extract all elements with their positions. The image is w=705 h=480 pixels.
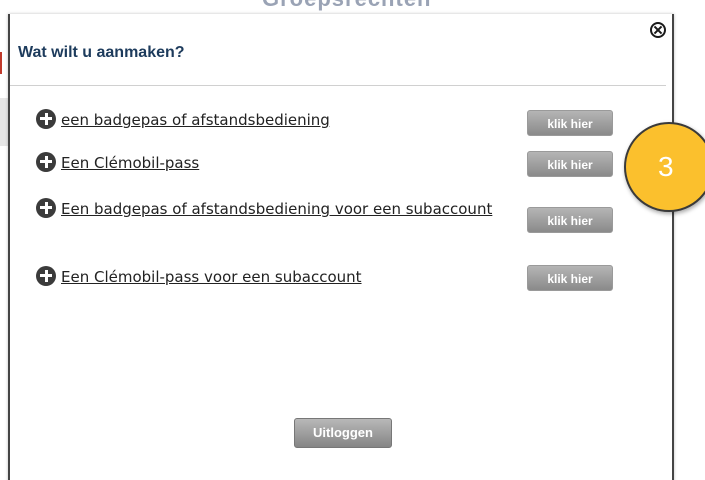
option-badge-remote-link[interactable]: een badgepas of afstandsbediening — [61, 111, 330, 129]
background-sidebar-edge — [0, 98, 8, 146]
option-badge-remote-subaccount: Een badgepas of afstandsbediening voor e… — [28, 196, 498, 222]
option-clemobil-subaccount: Een Clémobil-pass voor een subaccount — [36, 264, 536, 290]
page: Groepsrechten Wat wilt u aanmaken? een b… — [0, 0, 705, 480]
option-clemobil-button[interactable]: klik hier — [527, 151, 613, 177]
logout-button[interactable]: Uitloggen — [294, 418, 392, 448]
option-badge-remote-button[interactable]: klik hier — [527, 110, 613, 136]
plus-icon — [36, 108, 56, 129]
plus-icon — [36, 197, 56, 218]
plus-icon — [36, 151, 56, 172]
plus-icon — [36, 265, 56, 286]
background-marker — [0, 52, 8, 74]
option-clemobil-subaccount-button[interactable]: klik hier — [527, 265, 613, 291]
option-badge-remote: een badgepas of afstandsbediening — [36, 107, 536, 133]
dialog-divider — [10, 85, 666, 86]
close-icon[interactable] — [650, 22, 666, 38]
option-badge-remote-subaccount-button[interactable]: klik hier — [527, 207, 613, 233]
option-clemobil: Een Clémobil-pass — [36, 150, 536, 176]
option-badge-remote-subaccount-link[interactable]: Een badgepas of afstandsbediening voor e… — [61, 200, 492, 218]
option-clemobil-link[interactable]: Een Clémobil-pass — [61, 154, 199, 172]
background-page-title: Groepsrechten — [262, 0, 432, 12]
dialog-title: Wat wilt u aanmaken? — [18, 44, 185, 61]
create-dialog: Wat wilt u aanmaken? een badgepas of afs… — [8, 14, 674, 480]
option-clemobil-subaccount-link[interactable]: Een Clémobil-pass voor een subaccount — [61, 268, 362, 286]
step-number-badge: 3 — [624, 122, 705, 212]
